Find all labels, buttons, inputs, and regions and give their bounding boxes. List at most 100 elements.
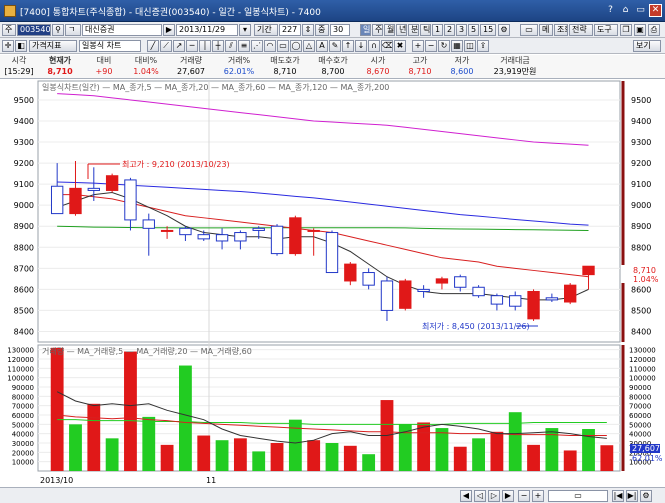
price-tick-left: 9100 (14, 180, 34, 189)
magnet-tool-icon[interactable]: ∩ (368, 40, 380, 52)
stock-toolbar: 주 003540 ⚲ ㄱ 대신증권 ▶ 2013/11/29 ▾ 기간 227 … (0, 22, 665, 38)
hline-tool-icon[interactable]: ─ (186, 40, 198, 52)
interval-1[interactable]: 1 (432, 24, 443, 36)
ellipse-tool-icon[interactable]: ◯ (290, 40, 302, 52)
crosshair-icon[interactable]: ✛ (2, 40, 14, 52)
arrow-down-tool-icon[interactable]: ↓ (355, 40, 367, 52)
period-spinner-icon[interactable]: ⇕ (302, 24, 314, 36)
help-button[interactable]: ? (604, 4, 617, 17)
fibo-tool-icon[interactable]: ≡ (238, 40, 250, 52)
chart-type-select[interactable]: 일봉식 차트 (79, 40, 141, 52)
zoom-in-small-icon[interactable]: + (532, 490, 544, 502)
maximize-button[interactable]: ▭ (634, 4, 647, 17)
print-icon[interactable]: ⎙ (648, 24, 660, 36)
memo-button[interactable]: 메 (539, 24, 553, 36)
query-button[interactable]: 조회 (554, 24, 568, 36)
save-icon[interactable]: ▣ (634, 24, 646, 36)
settings-small-icon[interactable]: ⚙ (640, 490, 652, 502)
go-end-icon[interactable]: ▶| (626, 490, 638, 502)
trend-tool-icon[interactable]: ⟋ (160, 40, 172, 52)
go-start-icon[interactable]: |◀ (612, 490, 624, 502)
zoom-in-icon[interactable]: + (412, 40, 424, 52)
refresh-icon[interactable]: ↻ (438, 40, 450, 52)
strategy-button[interactable]: 전략 (569, 24, 593, 36)
zoom-input[interactable]: 30 (330, 24, 350, 36)
scroll-next-icon[interactable]: ▷ (488, 490, 500, 502)
volume-tag-value: 27,607 (632, 444, 660, 453)
eraser-tool-icon[interactable]: ⌫ (381, 40, 393, 52)
price-indicator-button[interactable]: 가격지표 (29, 40, 77, 52)
period-tick[interactable]: 틱 (420, 24, 431, 36)
triangle-tool-icon[interactable]: △ (303, 40, 315, 52)
tools-button[interactable]: 도구 (594, 24, 618, 36)
close-button[interactable]: ✕ (649, 4, 662, 17)
text-tool-icon[interactable]: A (316, 40, 328, 52)
cross-tool-icon[interactable]: ┼ (212, 40, 224, 52)
zoom-out-small-icon[interactable]: − (518, 490, 530, 502)
price-tick-right: 9300 (631, 138, 651, 147)
grid-icon[interactable]: ▦ (451, 40, 463, 52)
zoom-out-icon[interactable]: − (425, 40, 437, 52)
stock-code-input[interactable]: 003540 (17, 24, 51, 36)
interval-15[interactable]: 15 (480, 24, 496, 36)
candle-body (197, 234, 210, 240)
candle-body (179, 227, 192, 236)
stock-name-field[interactable]: 대신증권 (82, 24, 162, 36)
info-current-price: 현재가 8,710 (47, 56, 73, 76)
stock-chart[interactable]: 8400840085008500860086008700870088008800… (0, 79, 665, 487)
period-month[interactable]: 월 (384, 24, 395, 36)
screen-icon[interactable]: ▭ (520, 24, 538, 36)
volume-tick-right: 110000 (629, 365, 656, 373)
toggle-icon[interactable]: ◧ (15, 40, 27, 52)
info-volume: 거래량 27,607 (177, 56, 205, 76)
scroll-prev-icon[interactable]: ◁ (474, 490, 486, 502)
volume-tick-right: 60000 (629, 412, 651, 420)
copy-icon[interactable]: ❐ (620, 24, 632, 36)
rect-tool-icon[interactable]: ▭ (277, 40, 289, 52)
ray-tool-icon[interactable]: ↗ (173, 40, 185, 52)
period-minute[interactable]: 분 (408, 24, 419, 36)
period-day[interactable]: 일 (360, 24, 371, 36)
next-arrow-icon[interactable]: ▶ (163, 24, 175, 36)
volume-bar (124, 351, 137, 471)
interval-2[interactable]: 2 (444, 24, 455, 36)
code-prefix-button[interactable]: 주 (2, 24, 16, 36)
layout-icon[interactable]: ◫ (464, 40, 476, 52)
settings-icon[interactable]: ⚙ (498, 24, 510, 36)
period-week[interactable]: 주 (372, 24, 383, 36)
vline-tool-icon[interactable]: │ (199, 40, 211, 52)
price-tick-right: 9200 (631, 159, 651, 168)
calendar-icon[interactable]: ▾ (239, 24, 251, 36)
scroll-right-icon[interactable]: ▶ (502, 490, 514, 502)
pencil-tool-icon[interactable]: ✎ (329, 40, 341, 52)
interval-5[interactable]: 5 (468, 24, 479, 36)
price-tick-right: 9400 (631, 117, 651, 126)
interval-3[interactable]: 3 (456, 24, 467, 36)
delete-all-icon[interactable]: ✖ (394, 40, 406, 52)
export-icon[interactable]: ⇪ (477, 40, 489, 52)
home-button[interactable]: ⌂ (619, 4, 632, 17)
fan-tool-icon[interactable]: ⋰ (251, 40, 263, 52)
volume-bar (362, 454, 376, 471)
arrow-up-tool-icon[interactable]: ↑ (342, 40, 354, 52)
period-year[interactable]: 년 (396, 24, 407, 36)
scroll-left-icon[interactable]: ◀ (460, 490, 472, 502)
arc-tool-icon[interactable]: ◠ (264, 40, 276, 52)
price-tick-left: 8400 (14, 327, 34, 336)
candle-body (124, 179, 137, 221)
view-button[interactable]: 보기 (633, 40, 661, 52)
price-tick-right: 8500 (631, 306, 651, 315)
line-tool-icon[interactable]: ╱ (147, 40, 159, 52)
volume-tick-left: 20000 (12, 449, 34, 457)
channel-tool-icon[interactable]: ⫽ (225, 40, 237, 52)
market-select[interactable]: ㄱ (65, 24, 81, 36)
volume-bar (179, 365, 192, 471)
scroll-slider[interactable]: ▭ (548, 490, 608, 502)
search-icon[interactable]: ⚲ (52, 24, 64, 36)
date-input[interactable]: 2013/11/29 (176, 24, 238, 36)
candle-body (435, 278, 449, 284)
price-tick-left: 8800 (14, 243, 34, 252)
volume-legend: 거래량 — MA_거래량,5 — MA_거래량,20 — MA_거래량,60 (42, 346, 252, 356)
volume-tick-right: 70000 (629, 403, 651, 411)
period-input[interactable]: 227 (279, 24, 301, 36)
